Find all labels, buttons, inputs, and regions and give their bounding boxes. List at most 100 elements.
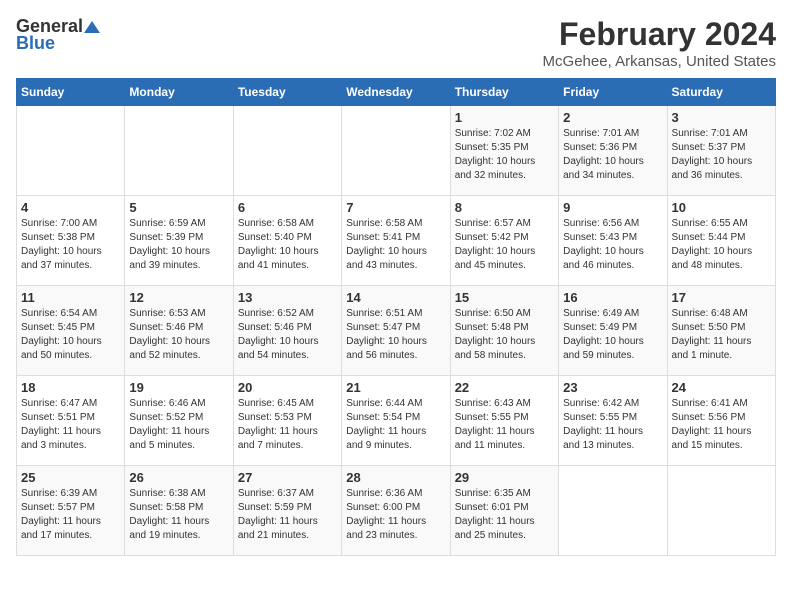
day-info: Sunrise: 6:44 AM Sunset: 5:54 PM Dayligh… — [346, 397, 445, 453]
day-number: 29 — [455, 470, 554, 485]
calendar-cell: 3 Sunrise: 7:01 AM Sunset: 5:37 PM Daylig… — [667, 106, 775, 196]
day-number: 5 — [129, 200, 228, 215]
day-info: Sunrise: 7:02 AM Sunset: 5:35 PM Dayligh… — [455, 127, 554, 183]
calendar-cell: 5 Sunrise: 6:59 AM Sunset: 5:39 PM Daylig… — [125, 196, 233, 286]
calendar-week-row: 11 Sunrise: 6:54 AM Sunset: 5:45 PM Dayli… — [17, 286, 776, 376]
header-tuesday: Tuesday — [233, 79, 341, 106]
day-number: 6 — [238, 200, 337, 215]
calendar-cell — [125, 106, 233, 196]
calendar-cell — [559, 466, 667, 556]
day-number: 16 — [563, 290, 662, 305]
day-number: 13 — [238, 290, 337, 305]
day-info: Sunrise: 6:58 AM Sunset: 5:41 PM Dayligh… — [346, 217, 445, 273]
day-number: 25 — [21, 470, 120, 485]
logo-icon — [84, 19, 100, 35]
day-number: 8 — [455, 200, 554, 215]
day-number: 12 — [129, 290, 228, 305]
calendar-cell: 6 Sunrise: 6:58 AM Sunset: 5:40 PM Daylig… — [233, 196, 341, 286]
calendar-cell: 26 Sunrise: 6:38 AM Sunset: 5:58 PM Dayli… — [125, 466, 233, 556]
calendar-cell: 24 Sunrise: 6:41 AM Sunset: 5:56 PM Dayli… — [667, 376, 775, 466]
calendar-cell: 7 Sunrise: 6:58 AM Sunset: 5:41 PM Daylig… — [342, 196, 450, 286]
day-info: Sunrise: 6:38 AM Sunset: 5:58 PM Dayligh… — [129, 487, 228, 543]
day-number: 14 — [346, 290, 445, 305]
calendar-cell — [233, 106, 341, 196]
calendar-week-row: 4Sunrise: 7:00 AM Sunset: 5:38 PM Daylig… — [17, 196, 776, 286]
day-info: Sunrise: 6:50 AM Sunset: 5:48 PM Dayligh… — [455, 307, 554, 363]
day-number: 21 — [346, 380, 445, 395]
day-number: 9 — [563, 200, 662, 215]
day-number: 22 — [455, 380, 554, 395]
day-number: 1 — [455, 110, 554, 125]
day-number: 18 — [21, 380, 120, 395]
day-info: Sunrise: 6:51 AM Sunset: 5:47 PM Dayligh… — [346, 307, 445, 363]
calendar-cell: 12 Sunrise: 6:53 AM Sunset: 5:46 PM Dayli… — [125, 286, 233, 376]
header-monday: Monday — [125, 79, 233, 106]
day-info: Sunrise: 6:54 AM Sunset: 5:45 PM Dayligh… — [21, 307, 120, 363]
calendar-cell: 29 Sunrise: 6:35 AM Sunset: 6:01 PM Dayli… — [450, 466, 558, 556]
header-thursday: Thursday — [450, 79, 558, 106]
calendar-cell: 9 Sunrise: 6:56 AM Sunset: 5:43 PM Daylig… — [559, 196, 667, 286]
day-info: Sunrise: 6:52 AM Sunset: 5:46 PM Dayligh… — [238, 307, 337, 363]
day-info: Sunrise: 6:37 AM Sunset: 5:59 PM Dayligh… — [238, 487, 337, 543]
day-number: 10 — [672, 200, 771, 215]
header-wednesday: Wednesday — [342, 79, 450, 106]
day-number: 11 — [21, 290, 120, 305]
day-info: Sunrise: 6:53 AM Sunset: 5:46 PM Dayligh… — [129, 307, 228, 363]
day-number: 15 — [455, 290, 554, 305]
calendar-table: SundayMondayTuesdayWednesdayThursdayFrid… — [16, 78, 776, 556]
page-title: February 2024 — [543, 16, 776, 53]
day-info: Sunrise: 6:45 AM Sunset: 5:53 PM Dayligh… — [238, 397, 337, 453]
calendar-week-row: 18 Sunrise: 6:47 AM Sunset: 5:51 PM Dayli… — [17, 376, 776, 466]
day-info: Sunrise: 6:46 AM Sunset: 5:52 PM Dayligh… — [129, 397, 228, 453]
calendar-cell — [667, 466, 775, 556]
calendar-week-row: 25 Sunrise: 6:39 AM Sunset: 5:57 PM Dayli… — [17, 466, 776, 556]
calendar-cell: 13 Sunrise: 6:52 AM Sunset: 5:46 PM Dayli… — [233, 286, 341, 376]
day-info: Sunrise: 7:00 AM Sunset: 5:38 PM Dayligh… — [21, 217, 120, 273]
day-number: 20 — [238, 380, 337, 395]
day-info: Sunrise: 6:39 AM Sunset: 5:57 PM Dayligh… — [21, 487, 120, 543]
day-info: Sunrise: 6:35 AM Sunset: 6:01 PM Dayligh… — [455, 487, 554, 543]
day-info: Sunrise: 6:47 AM Sunset: 5:51 PM Dayligh… — [21, 397, 120, 453]
day-info: Sunrise: 6:49 AM Sunset: 5:49 PM Dayligh… — [563, 307, 662, 363]
logo-blue-text: Blue — [16, 33, 55, 54]
day-number: 17 — [672, 290, 771, 305]
day-number: 27 — [238, 470, 337, 485]
calendar-cell: 14 Sunrise: 6:51 AM Sunset: 5:47 PM Dayli… — [342, 286, 450, 376]
calendar-cell: 19 Sunrise: 6:46 AM Sunset: 5:52 PM Dayli… — [125, 376, 233, 466]
day-info: Sunrise: 6:42 AM Sunset: 5:55 PM Dayligh… — [563, 397, 662, 453]
calendar-cell: 22 Sunrise: 6:43 AM Sunset: 5:55 PM Dayli… — [450, 376, 558, 466]
calendar-cell: 16 Sunrise: 6:49 AM Sunset: 5:49 PM Dayli… — [559, 286, 667, 376]
day-number: 24 — [672, 380, 771, 395]
calendar-cell: 4Sunrise: 7:00 AM Sunset: 5:38 PM Daylig… — [17, 196, 125, 286]
day-number: 23 — [563, 380, 662, 395]
day-info: Sunrise: 6:58 AM Sunset: 5:40 PM Dayligh… — [238, 217, 337, 273]
calendar-cell: 8 Sunrise: 6:57 AM Sunset: 5:42 PM Daylig… — [450, 196, 558, 286]
day-info: Sunrise: 6:41 AM Sunset: 5:56 PM Dayligh… — [672, 397, 771, 453]
calendar-cell: 18 Sunrise: 6:47 AM Sunset: 5:51 PM Dayli… — [17, 376, 125, 466]
calendar-cell: 23 Sunrise: 6:42 AM Sunset: 5:55 PM Dayli… — [559, 376, 667, 466]
day-number: 3 — [672, 110, 771, 125]
page-header: General Blue February 2024 McGehee, Arka… — [16, 16, 776, 70]
calendar-cell — [17, 106, 125, 196]
calendar-cell: 10 Sunrise: 6:55 AM Sunset: 5:44 PM Dayli… — [667, 196, 775, 286]
day-info: Sunrise: 6:57 AM Sunset: 5:42 PM Dayligh… — [455, 217, 554, 273]
day-info: Sunrise: 6:56 AM Sunset: 5:43 PM Dayligh… — [563, 217, 662, 273]
calendar-cell: 28Sunrise: 6:36 AM Sunset: 6:00 PM Dayli… — [342, 466, 450, 556]
day-info: Sunrise: 6:43 AM Sunset: 5:55 PM Dayligh… — [455, 397, 554, 453]
calendar-header-row: SundayMondayTuesdayWednesdayThursdayFrid… — [17, 79, 776, 106]
day-number: 19 — [129, 380, 228, 395]
day-number: 2 — [563, 110, 662, 125]
day-info: Sunrise: 6:59 AM Sunset: 5:39 PM Dayligh… — [129, 217, 228, 273]
day-number: 26 — [129, 470, 228, 485]
day-number: 7 — [346, 200, 445, 215]
title-area: February 2024 McGehee, Arkansas, United … — [543, 16, 776, 70]
calendar-cell: 2 Sunrise: 7:01 AM Sunset: 5:36 PM Daylig… — [559, 106, 667, 196]
day-info: Sunrise: 6:48 AM Sunset: 5:50 PM Dayligh… — [672, 307, 771, 363]
day-info: Sunrise: 7:01 AM Sunset: 5:36 PM Dayligh… — [563, 127, 662, 183]
calendar-cell: 20 Sunrise: 6:45 AM Sunset: 5:53 PM Dayli… — [233, 376, 341, 466]
day-info: Sunrise: 6:36 AM Sunset: 6:00 PM Dayligh… — [346, 487, 445, 543]
day-info: Sunrise: 7:01 AM Sunset: 5:37 PM Dayligh… — [672, 127, 771, 183]
header-saturday: Saturday — [667, 79, 775, 106]
calendar-week-row: 1 Sunrise: 7:02 AM Sunset: 5:35 PM Daylig… — [17, 106, 776, 196]
day-info: Sunrise: 6:55 AM Sunset: 5:44 PM Dayligh… — [672, 217, 771, 273]
